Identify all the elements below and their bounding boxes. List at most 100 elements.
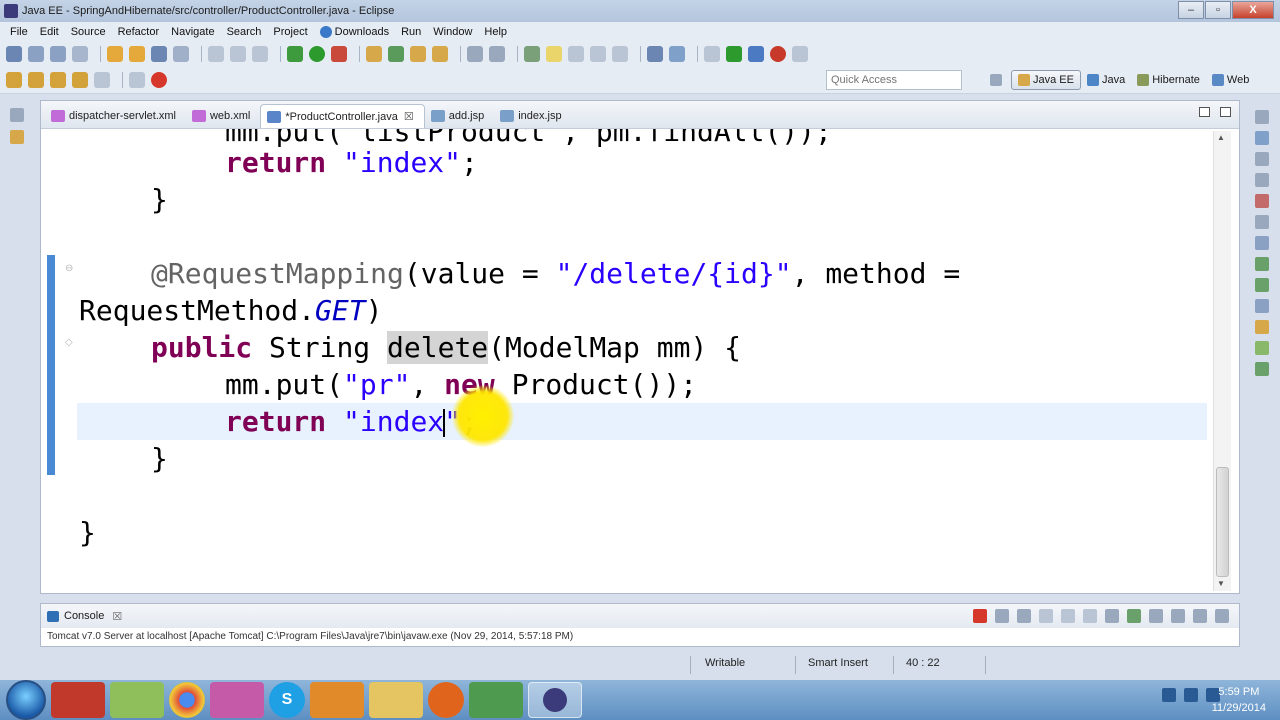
perspective-hibernate[interactable]: Hibernate	[1131, 70, 1206, 90]
package-explorer-icon[interactable]	[10, 130, 24, 144]
tab-add-jsp[interactable]: add.jsp	[425, 104, 494, 128]
menu-refactor[interactable]: Refactor	[112, 26, 166, 38]
external-tools-icon[interactable]	[704, 46, 720, 62]
remove-launch-icon[interactable]	[995, 609, 1009, 623]
spreadsheet-icon[interactable]	[469, 682, 523, 718]
pin-icon[interactable]	[590, 46, 606, 62]
print-icon[interactable]	[72, 46, 88, 62]
show-console-icon[interactable]	[1105, 609, 1119, 623]
progress-icon[interactable]	[1255, 341, 1269, 355]
remove-all-icon[interactable]	[1017, 609, 1031, 623]
publish-icon[interactable]	[792, 46, 808, 62]
show-hidden-icons-icon[interactable]	[1162, 688, 1176, 702]
chrome-icon[interactable]	[169, 682, 205, 718]
quick-access-input[interactable]	[826, 70, 962, 90]
last-edit-icon[interactable]	[94, 71, 110, 88]
tab-product-controller[interactable]: *ProductController.java ☒	[260, 104, 425, 128]
servers-icon[interactable]	[1255, 236, 1269, 250]
save-all-icon[interactable]	[50, 46, 66, 62]
run-external-icon[interactable]	[331, 46, 347, 62]
connect-icon[interactable]	[524, 46, 540, 62]
problems-icon[interactable]	[1255, 299, 1269, 313]
pin-console-icon[interactable]	[1127, 609, 1141, 623]
perspective-java-ee[interactable]: Java EE	[1011, 70, 1081, 90]
mark-occurrences-icon[interactable]	[173, 46, 189, 62]
close-button[interactable]: X	[1232, 1, 1274, 19]
new-class-icon[interactable]	[388, 46, 404, 62]
maximize-button[interactable]: ▫	[1205, 1, 1231, 19]
refresh-icon[interactable]	[489, 46, 505, 62]
run-icon[interactable]	[309, 46, 325, 62]
breakpoint-icon[interactable]	[151, 71, 167, 88]
word-wrap-icon[interactable]	[1083, 609, 1097, 623]
search-results-icon[interactable]	[1255, 320, 1269, 334]
debug-icon[interactable]	[287, 46, 303, 62]
markers-icon[interactable]	[1255, 194, 1269, 208]
save-icon[interactable]	[28, 46, 44, 62]
new-package-icon[interactable]	[366, 46, 382, 62]
tab-web-xml[interactable]: web.xml	[186, 104, 260, 128]
step-icon[interactable]	[252, 46, 268, 62]
restore-icon[interactable]	[1255, 173, 1269, 187]
outlook-icon[interactable]	[310, 682, 364, 718]
scroll-lock-icon[interactable]	[1061, 609, 1075, 623]
back-icon[interactable]	[50, 71, 66, 88]
open-perspective-button[interactable]	[984, 70, 1011, 90]
minimize-button[interactable]: –	[1178, 1, 1204, 19]
task-list-icon[interactable]	[1255, 152, 1269, 166]
close-tab-icon[interactable]: ☒	[404, 110, 414, 123]
pin-editor-icon[interactable]	[129, 71, 145, 88]
menu-help[interactable]: Help	[478, 26, 513, 38]
vertical-scrollbar[interactable]: ▲ ▼	[1213, 131, 1231, 591]
tab-dispatcher-servlet[interactable]: dispatcher-servlet.xml	[45, 104, 186, 128]
open-folder-icon[interactable]	[410, 46, 426, 62]
outline-icon[interactable]	[1255, 131, 1269, 145]
open-file-icon[interactable]	[432, 46, 448, 62]
display-console-icon[interactable]	[1149, 609, 1163, 623]
media-player-icon[interactable]	[51, 682, 105, 718]
menu-search[interactable]: Search	[221, 26, 268, 38]
start-server-icon[interactable]	[726, 46, 742, 62]
forward-icon[interactable]	[72, 71, 88, 88]
clear-console-icon[interactable]	[1039, 609, 1053, 623]
scrollbar-thumb[interactable]	[1216, 467, 1229, 577]
minimize-editor-icon[interactable]	[1199, 107, 1210, 117]
system-clock[interactable]: 5:59 PM 11/29/2014	[1212, 684, 1266, 716]
maximize-editor-icon[interactable]	[1220, 107, 1231, 117]
eclipse-task-icon[interactable]	[528, 682, 582, 718]
debug-server-icon[interactable]	[748, 46, 764, 62]
new-icon[interactable]	[6, 46, 22, 62]
firefox-icon[interactable]	[428, 682, 464, 718]
menu-window[interactable]: Window	[427, 26, 478, 38]
web-service-icon[interactable]	[669, 46, 685, 62]
highlight-icon[interactable]	[546, 46, 562, 62]
lightbulb-icon[interactable]	[6, 71, 22, 88]
scroll-up-icon[interactable]: ▲	[1217, 133, 1225, 142]
snippets-icon[interactable]	[1255, 278, 1269, 292]
tab-index-jsp[interactable]: index.jsp	[494, 104, 571, 128]
console-tab-label[interactable]: Console	[64, 610, 104, 622]
open-type-icon[interactable]	[107, 46, 123, 62]
fold-toggle-icon[interactable]: ⊖	[65, 263, 73, 274]
restore-icon[interactable]	[10, 108, 24, 122]
file-manager-icon[interactable]	[369, 682, 423, 718]
show-whitespace-icon[interactable]	[612, 46, 628, 62]
menu-downloads[interactable]: Downloads	[314, 26, 395, 38]
skype-icon[interactable]: S	[269, 682, 305, 718]
web-browser-icon[interactable]	[647, 46, 663, 62]
menu-edit[interactable]: Edit	[34, 26, 65, 38]
menu-navigate[interactable]: Navigate	[165, 26, 220, 38]
network-icon[interactable]	[1184, 688, 1198, 702]
menu-source[interactable]: Source	[65, 26, 112, 38]
paint-icon[interactable]	[210, 682, 264, 718]
open-task-icon[interactable]	[129, 46, 145, 62]
junit-icon[interactable]	[1255, 362, 1269, 376]
menu-file[interactable]: File	[4, 26, 34, 38]
search-icon[interactable]	[467, 46, 483, 62]
code-editor[interactable]: mm.put("listProduct", pm.findAll()); ret…	[77, 129, 1207, 593]
close-console-icon[interactable]: ☒	[112, 610, 122, 623]
maximize-view-icon[interactable]	[1215, 609, 1229, 623]
menu-run[interactable]: Run	[395, 26, 427, 38]
terminate-icon[interactable]	[973, 609, 987, 623]
scroll-down-icon[interactable]: ▼	[1217, 579, 1225, 588]
